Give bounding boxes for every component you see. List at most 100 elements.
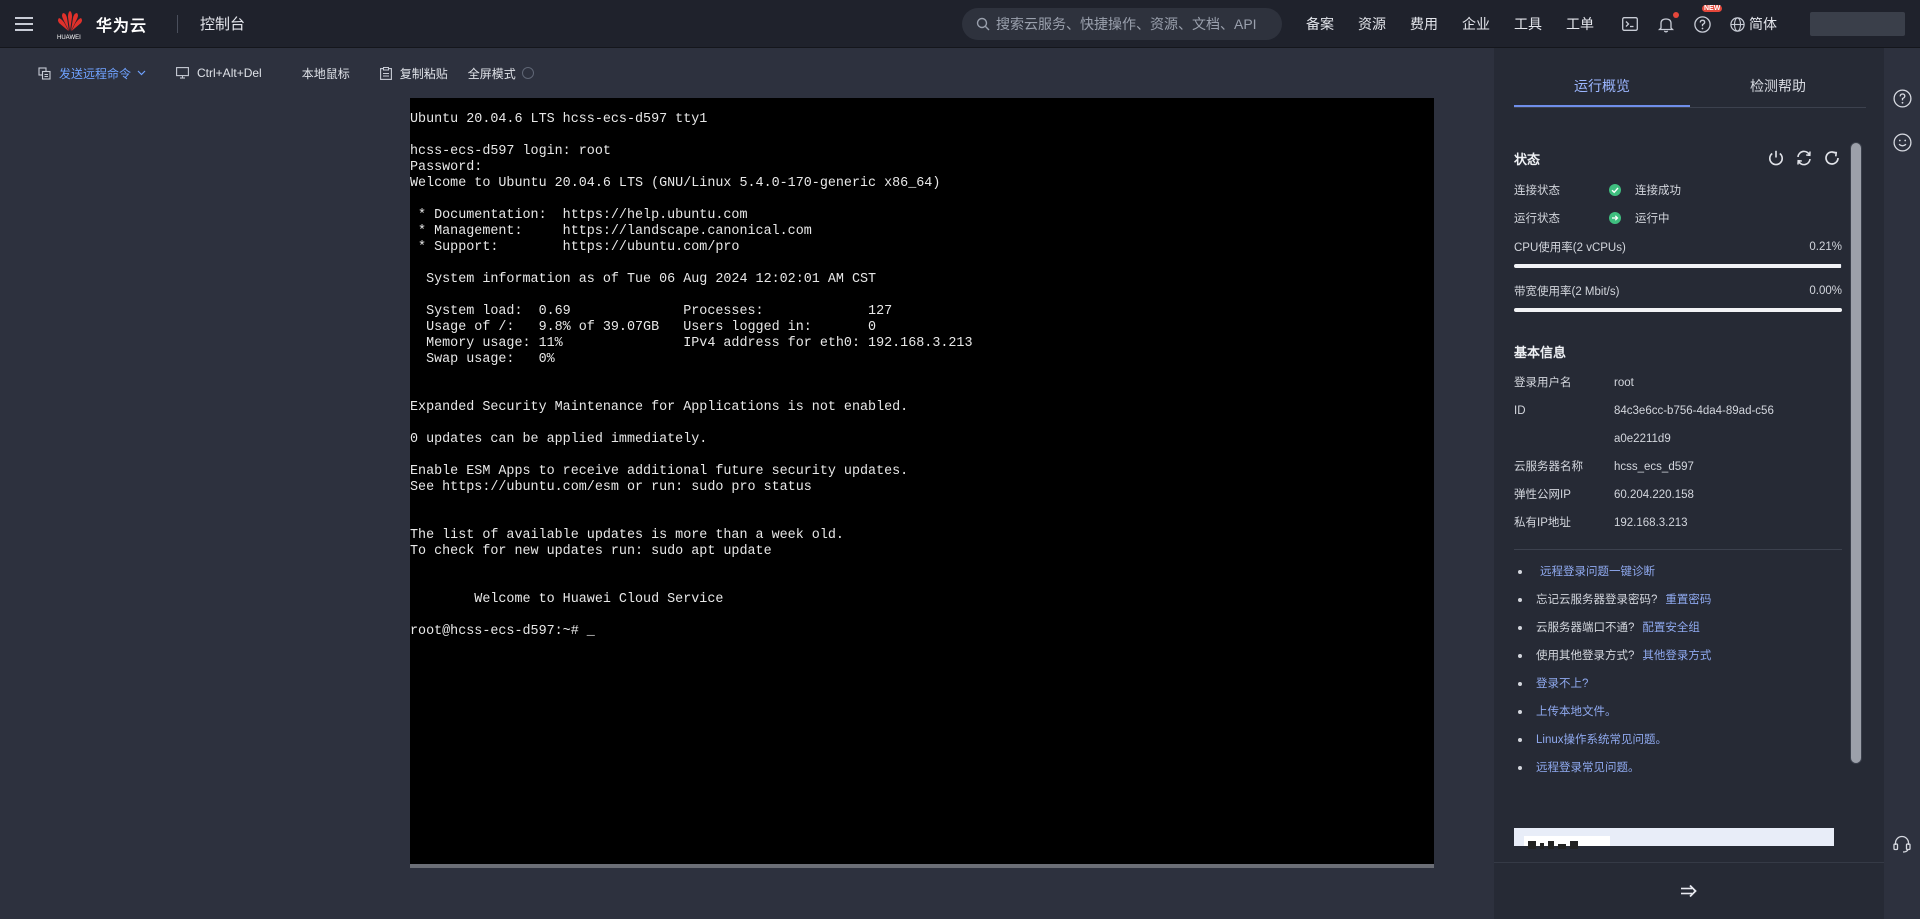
info-row: 云服务器名称 hcss_ecs_d597 (1514, 453, 1842, 481)
restart-icon[interactable] (1794, 148, 1814, 168)
terminal-line: To check for new updates run: sudo apt u… (410, 544, 772, 559)
nav-beian[interactable]: 备案 (1306, 14, 1334, 34)
notification-dot (1673, 12, 1679, 18)
list-item: 远程登录问题一键诊断 (1514, 558, 1842, 586)
console-link[interactable]: 控制台 (200, 13, 245, 34)
divider (1514, 549, 1842, 550)
connection-status-label: 连接状态 (1514, 185, 1560, 197)
linux-faq-link[interactable]: Linux操作系统常见问题。 (1536, 726, 1667, 754)
user-account[interactable] (1810, 12, 1905, 36)
nav-tickets[interactable]: 工单 (1566, 14, 1594, 34)
bandwidth-usage-value: 0.00% (1809, 285, 1842, 297)
nav-links: 备案 资源 费用 企业 工具 工单 (1306, 0, 1618, 48)
cpu-usage-bar-fill (1514, 264, 1842, 268)
globe-icon (1730, 16, 1745, 32)
help-links: 远程登录问题一键诊断 忘记云服务器登录密码? 重置密码 云服务器端口不通? 配置安全… (1514, 558, 1842, 782)
help-circle-icon[interactable] (1892, 88, 1912, 108)
menu-icon[interactable] (0, 0, 48, 48)
refresh-icon[interactable] (1822, 148, 1842, 168)
terminal-line: root@hcss-ecs-d597:~# _ (410, 624, 595, 639)
qr-code-banner (1514, 828, 1834, 849)
command-icon (38, 66, 51, 80)
terminal-line: Ubuntu 20.04.6 LTS hcss-ecs-d597 tty1 (410, 112, 708, 127)
terminal-line: hcss-ecs-d597 login: root (410, 144, 611, 159)
nav-tools[interactable]: 工具 (1514, 14, 1542, 34)
power-icon[interactable] (1766, 148, 1786, 168)
running-icon (1609, 212, 1621, 224)
status-header: 状态 (1514, 148, 1842, 168)
reset-password-link[interactable]: 重置密码 (1665, 586, 1711, 614)
panel-tabs: 运行概览 检测帮助 (1514, 76, 1866, 108)
bandwidth-usage-label: 带宽使用率(2 Mbit/s) (1514, 286, 1620, 298)
collapse-arrow-icon (1681, 884, 1697, 898)
chevron-down-icon (137, 70, 146, 76)
info-key: 登录用户名 (1514, 377, 1572, 389)
run-status-row: 运行状态 运行中 (1514, 204, 1842, 232)
upload-file-link[interactable]: 上传本地文件。 (1536, 698, 1617, 726)
cpu-usage-bar (1514, 264, 1842, 268)
cpu-usage-label: CPU使用率(2 vCPUs) (1514, 242, 1626, 254)
basic-info-title: 基本信息 (1514, 345, 1567, 360)
terminal-line: * Documentation: https://help.ubuntu.com (410, 208, 748, 223)
new-badge: NEW (1702, 5, 1723, 12)
terminal-line: * Support: https://ubuntu.com/pro (410, 240, 740, 255)
right-rail (1884, 48, 1920, 919)
help-icon[interactable]: NEW (1692, 5, 1723, 34)
search-input[interactable] (996, 16, 1266, 32)
logo-wordmark: HUAWEI (57, 34, 81, 41)
local-mouse-button[interactable]: 本地鼠标 (302, 65, 350, 82)
search-icon (976, 17, 990, 31)
nav-billing[interactable]: 费用 (1410, 14, 1438, 34)
scrollbar-thumb[interactable] (1851, 143, 1861, 763)
tab-help[interactable]: 检测帮助 (1690, 76, 1866, 107)
info-key: 弹性公网IP (1514, 489, 1571, 501)
remote-login-faq-link[interactable]: 远程登录常见问题。 (1536, 754, 1640, 782)
panel-scrollbar[interactable] (1850, 142, 1862, 764)
qr-code-image (1524, 836, 1610, 849)
bell-icon[interactable] (1656, 12, 1679, 34)
status-tools (1758, 148, 1842, 168)
vnc-terminal[interactable]: Ubuntu 20.04.6 LTS hcss-ecs-d597 tty1 hcs… (410, 98, 1434, 866)
connection-status-row: 连接状态 连接成功 (1514, 176, 1842, 204)
info-value: 192.168.3.213 (1614, 517, 1688, 529)
list-item: 忘记云服务器登录密码? 重置密码 (1514, 586, 1842, 614)
terminal-line: Welcome to Ubuntu 20.04.6 LTS (GNU/Linux… (410, 176, 941, 191)
terminal-line: * Management: https://landscape.canonica… (410, 224, 812, 239)
language-switcher[interactable]: 简体 (1730, 14, 1777, 34)
terminal-line: System load: 0.69 Processes: 127 (410, 304, 893, 319)
list-item: 上传本地文件。 (1514, 698, 1842, 726)
nav-resources[interactable]: 资源 (1358, 14, 1386, 34)
info-icon[interactable] (521, 67, 534, 79)
feedback-smile-icon[interactable] (1892, 132, 1912, 152)
cannot-login-link[interactable]: 登录不上? (1536, 670, 1588, 698)
fullscreen-button[interactable]: 全屏模式 (468, 65, 534, 82)
nav-enterprise[interactable]: 企业 (1462, 14, 1490, 34)
terminal-scrollbar[interactable] (410, 864, 1434, 868)
ctrl-alt-del-button[interactable]: Ctrl+Alt+Del (176, 66, 262, 80)
list-item: 使用其他登录方式? 其他登录方式 (1514, 642, 1842, 670)
run-status-value: 运行中 (1635, 213, 1670, 225)
diagnose-link[interactable]: 远程登录问题一键诊断 (1540, 558, 1655, 586)
huawei-logo-icon: HUAWEI (56, 9, 84, 41)
security-group-link[interactable]: 配置安全组 (1642, 614, 1700, 642)
other-login-link[interactable]: 其他登录方式 (1642, 642, 1711, 670)
clipboard-icon (379, 66, 392, 80)
terminal-icon[interactable] (1620, 14, 1640, 34)
search-box[interactable] (962, 8, 1282, 40)
huawei-cloud-logo[interactable]: HUAWEI 华为云 (56, 9, 147, 41)
send-remote-command-dropdown[interactable]: 发送远程命令 (38, 65, 146, 82)
monitor-icon (176, 67, 189, 79)
collapse-panel-button[interactable] (1494, 862, 1884, 919)
info-row: 登录用户名 root (1514, 369, 1842, 397)
customer-service-icon[interactable] (1892, 834, 1912, 854)
tab-overview[interactable]: 运行概览 (1514, 76, 1690, 107)
cpu-usage-value: 0.21% (1809, 241, 1842, 253)
info-key: 私有IP地址 (1514, 517, 1571, 529)
copy-paste-button[interactable]: 复制粘贴 (379, 65, 448, 82)
